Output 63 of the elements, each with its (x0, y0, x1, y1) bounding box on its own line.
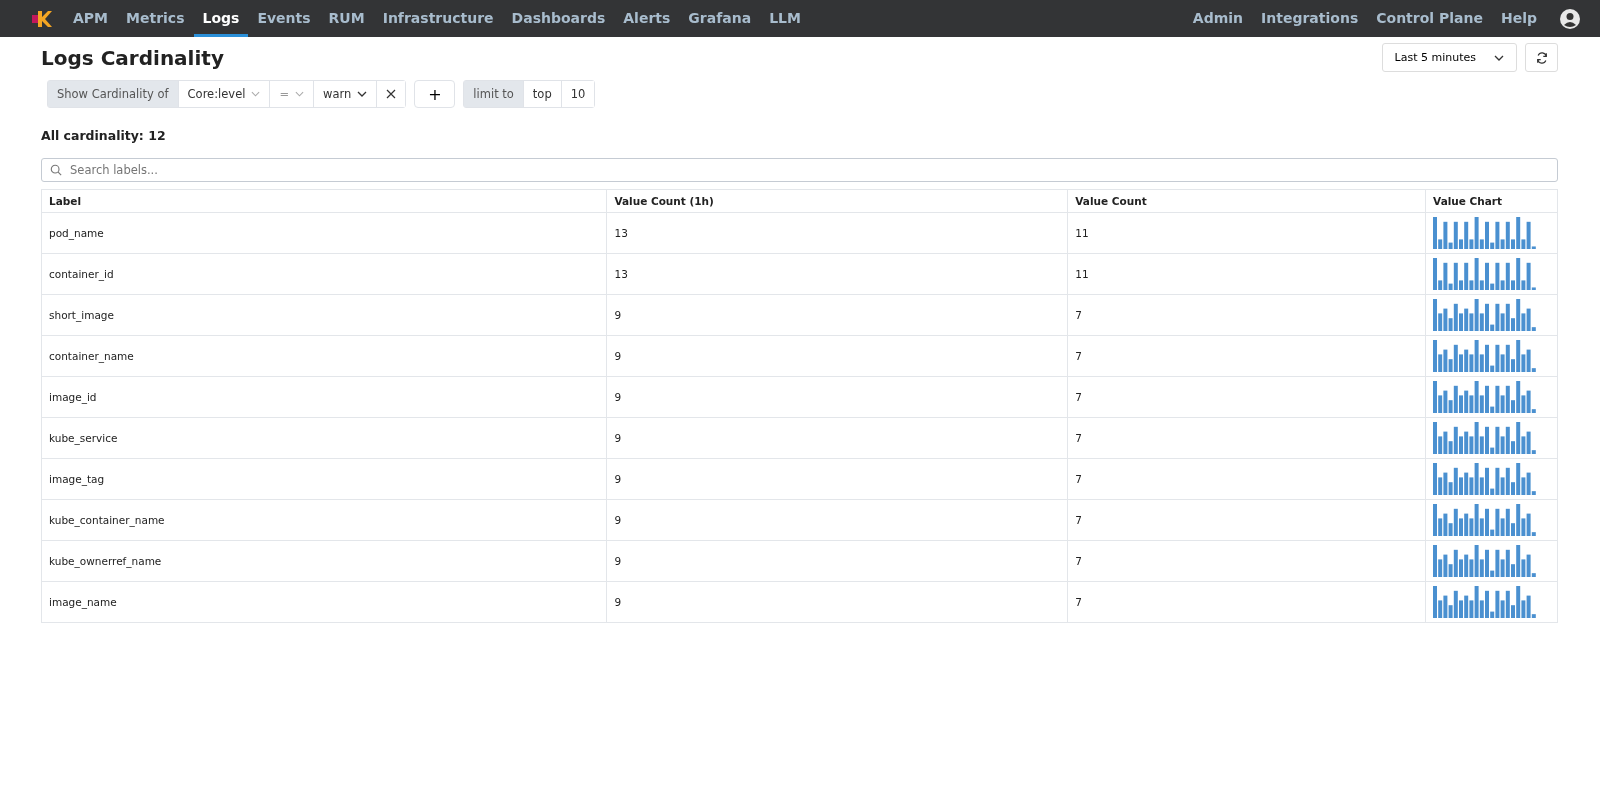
query-prefix-label: Show Cardinality of (48, 81, 179, 107)
table-cell: 7 (1067, 417, 1426, 459)
table-cell: kube_ownerref_name (41, 540, 607, 582)
table-cell: 7 (1067, 376, 1426, 418)
table-cell: 9 (606, 499, 1068, 541)
nav-tab[interactable]: Infrastructure (373, 0, 503, 37)
column-header: Label (41, 189, 607, 213)
column-header: Value Count (1067, 189, 1426, 213)
table-cell: 9 (606, 540, 1068, 582)
table-cell: 7 (1067, 335, 1426, 377)
table-cell: 13 (606, 253, 1068, 295)
column-header: Value Count (1h) (606, 189, 1068, 213)
table-cell: short_image (41, 294, 607, 336)
nav-tab[interactable]: LLM (760, 0, 810, 37)
refresh-icon (1535, 51, 1548, 64)
nav-tab[interactable]: Grafana (679, 0, 761, 37)
table-cell: 9 (606, 458, 1068, 500)
nav-tab[interactable]: Alerts (614, 0, 680, 37)
nav-tab[interactable]: Dashboards (502, 0, 615, 37)
chevron-down-icon (295, 91, 305, 97)
table-cell: image_name (41, 581, 607, 623)
nav-tab[interactable]: Events (248, 0, 320, 37)
time-range-dropdown[interactable]: Last 5 minutes (1381, 43, 1517, 72)
nav-link[interactable]: Admin (1183, 0, 1253, 37)
logo-icon[interactable] (30, 8, 52, 29)
page-title: Logs Cardinality (41, 45, 224, 70)
table-cell: 7 (1067, 458, 1426, 500)
chevron-down-icon (251, 91, 261, 97)
table-cell: kube_container_name (41, 499, 607, 541)
table-cell: 11 (1067, 253, 1426, 295)
nav-tab[interactable]: RUM (319, 0, 374, 37)
table-cell: 9 (606, 376, 1068, 418)
table-cell: container_id (41, 253, 607, 295)
nav-tab[interactable]: Logs (193, 0, 249, 37)
close-icon (386, 89, 397, 99)
table-cell: kube_service (41, 417, 607, 459)
table-cell: 9 (606, 294, 1068, 336)
table-cell: pod_name (41, 212, 607, 254)
table-cell: 13 (606, 212, 1068, 254)
nav-link[interactable]: Control Plane (1367, 0, 1492, 37)
table-cell: 7 (1067, 581, 1426, 623)
table-cell: 9 (606, 335, 1068, 377)
nav-link[interactable]: Help (1491, 0, 1546, 37)
table-cell: 11 (1067, 212, 1426, 254)
table-cell: container_name (41, 335, 607, 377)
column-header: Value Chart (1425, 189, 1558, 213)
search-field[interactable]: Search labels... (41, 158, 1558, 182)
table-cell: image_tag (41, 458, 607, 500)
user-avatar-icon[interactable] (1560, 8, 1580, 29)
table-cell: 7 (1067, 499, 1426, 541)
table-cell: 9 (606, 581, 1068, 623)
refresh-button[interactable] (1525, 43, 1558, 72)
nav-tab[interactable]: Metrics (117, 0, 194, 37)
cardinality-summary: All cardinality: 12 (41, 128, 167, 143)
chevron-down-icon (357, 91, 368, 97)
table-cell: image_id (41, 376, 607, 418)
table-cell: 7 (1067, 294, 1426, 336)
add-filter-button[interactable]: + (414, 80, 456, 108)
nav-tab[interactable]: APM (64, 0, 118, 37)
chevron-down-icon (1494, 54, 1504, 61)
table-cell: 9 (606, 417, 1068, 459)
nav-link[interactable]: Integrations (1252, 0, 1368, 37)
table-cell: 7 (1067, 540, 1426, 582)
